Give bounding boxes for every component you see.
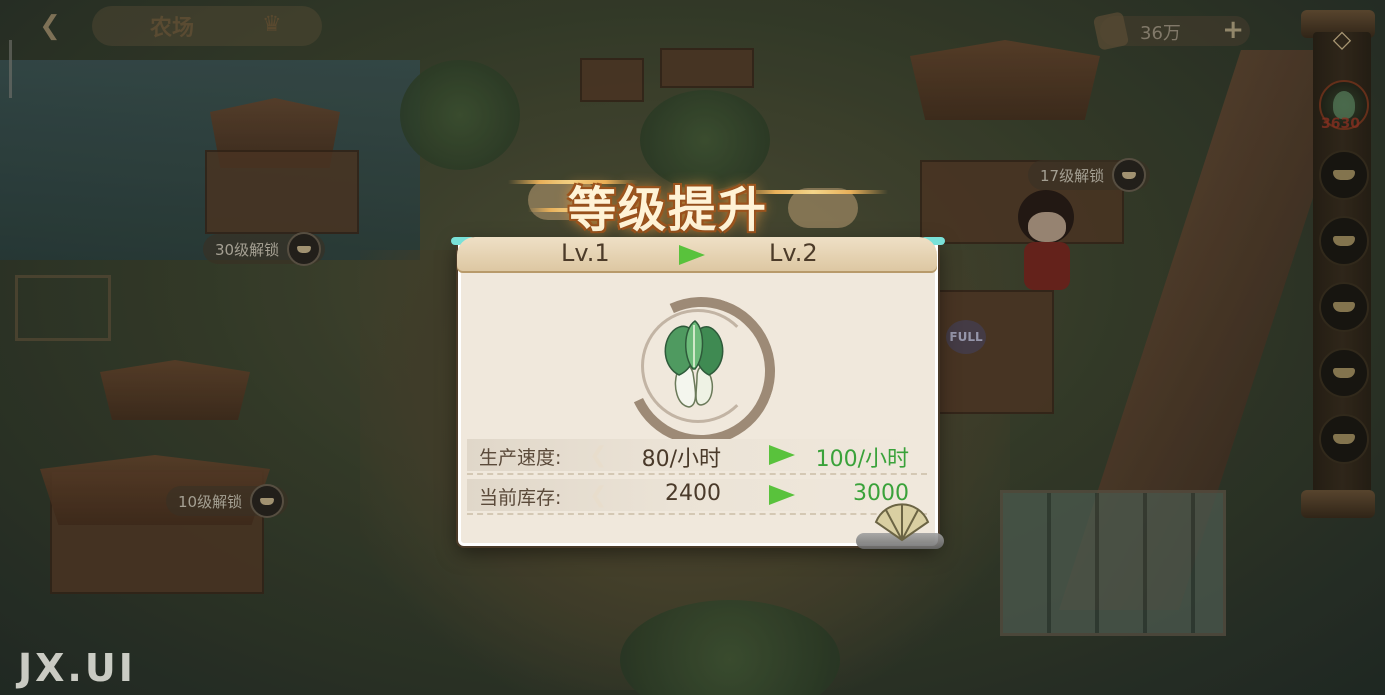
stat-old-value: 2400 [665, 481, 721, 506]
stat-old-value: 80/小时 [641, 447, 721, 472]
watermark: JX.UI [18, 646, 136, 690]
fan-icon [874, 503, 930, 542]
crop-emblem [606, 276, 796, 466]
level-from: Lv.1 [561, 239, 610, 267]
level-up-title: 等级提升 [568, 182, 769, 238]
bokchoy-icon [664, 320, 724, 408]
stat-label: 生产速度: [479, 447, 562, 469]
arrow-right-icon [679, 245, 705, 265]
level-to: Lv.2 [769, 239, 818, 267]
stat-label: 当前库存: [479, 487, 562, 509]
panel-toggle-icon[interactable]: ◇ [1325, 22, 1359, 56]
stat-row-current-stock: 当前库存: ❮ 2400 3000 [467, 479, 927, 515]
divider [467, 473, 927, 475]
stat-row-production-speed: 生产速度: ❮ 80/小时 100/小时 [467, 439, 927, 475]
divider [467, 513, 927, 515]
level-up-popup: Lv.1 Lv.2 生产速度: ❮ 80/小时 100/小时 当前库存: ❮ 2… [451, 237, 945, 546]
level-strip: Lv.1 Lv.2 [457, 237, 937, 273]
level-up-banner: 等级提升 [498, 150, 888, 238]
banner-cloud [788, 188, 858, 228]
stat-new-value: 100/小时 [815, 447, 909, 472]
